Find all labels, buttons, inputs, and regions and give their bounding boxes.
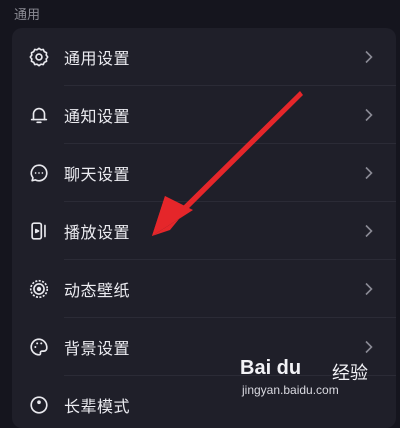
- settings-item-general[interactable]: 通用设置: [12, 28, 396, 86]
- section-title: 通用: [14, 8, 41, 23]
- chevron-right-icon: [365, 282, 373, 296]
- settings-item-label: 长辈模式: [64, 397, 131, 416]
- chat-bubble-icon: [28, 162, 50, 184]
- settings-item-dynamic-wallpaper[interactable]: 动态壁纸: [12, 260, 396, 318]
- settings-item-label: 通用设置: [64, 49, 131, 68]
- settings-item-notification[interactable]: 通知设置: [12, 86, 396, 144]
- gear-icon: [28, 46, 50, 68]
- chevron-right-icon: [365, 224, 373, 238]
- watermark-logo-mid: 经验: [332, 363, 368, 384]
- watermark-url: jingyan.baidu.com: [242, 383, 339, 397]
- settings-item-label: 动态壁纸: [64, 281, 131, 300]
- elder-mode-icon: [28, 394, 50, 416]
- bell-icon: [28, 104, 50, 126]
- palette-icon: [28, 336, 50, 358]
- settings-item-chat[interactable]: 聊天设置: [12, 144, 396, 202]
- settings-item-label: 通知设置: [64, 107, 131, 126]
- settings-item-playback[interactable]: 播放设置: [12, 202, 396, 260]
- chevron-right-icon: [365, 108, 373, 122]
- settings-item-label: 聊天设置: [64, 165, 131, 184]
- wallpaper-icon: [28, 278, 50, 300]
- settings-item-label: 播放设置: [64, 223, 131, 242]
- chevron-right-icon: [365, 166, 373, 180]
- baidu-jingyan-watermark: Bai du 经验 jingyan.baidu.com: [240, 353, 390, 401]
- chevron-right-icon: [365, 340, 373, 354]
- watermark-logo: Bai du: [240, 357, 302, 379]
- chevron-right-icon: [365, 50, 373, 64]
- settings-item-label: 背景设置: [64, 339, 131, 358]
- play-device-icon: [28, 220, 50, 242]
